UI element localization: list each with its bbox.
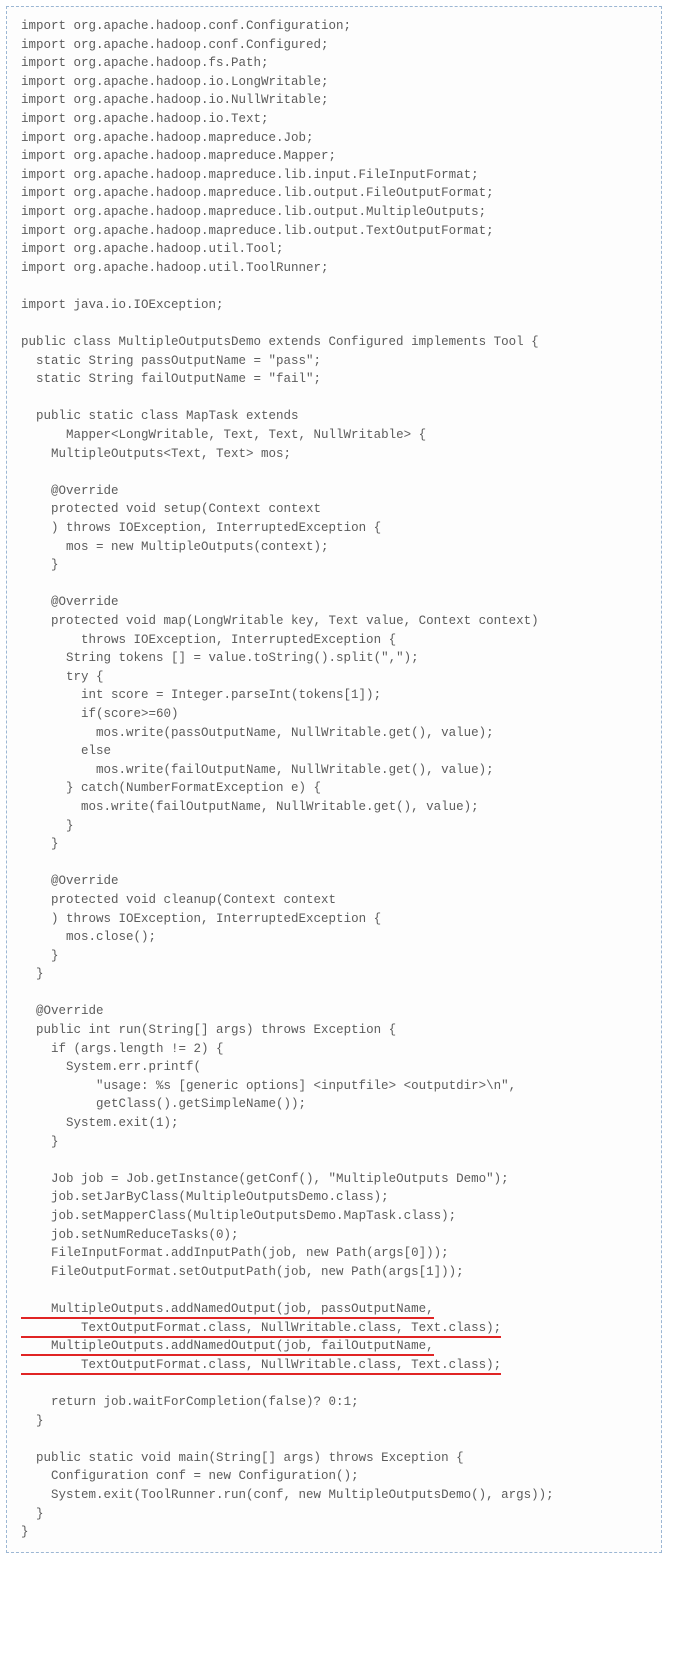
run-method-bottom: return job.waitForCompletion(false)? 0:1… (21, 1395, 359, 1428)
class-declaration: public class MultipleOutputsDemo extends… (21, 335, 539, 349)
highlighted-line-1: MultipleOutputs.addNamedOutput(job, pass… (21, 1302, 434, 1319)
code-container: import org.apache.hadoop.conf.Configurat… (6, 6, 662, 1553)
highlighted-line-4: TextOutputFormat.class, NullWritable.cla… (21, 1358, 501, 1375)
highlighted-line-2: TextOutputFormat.class, NullWritable.cla… (21, 1321, 501, 1338)
setup-method: @Override protected void setup(Context c… (21, 484, 381, 572)
static-fields: static String passOutputName = "pass"; s… (21, 354, 321, 387)
cleanup-method: @Override protected void cleanup(Context… (21, 874, 381, 981)
main-method: public static void main(String[] args) t… (21, 1451, 554, 1539)
run-method-top: @Override public int run(String[] args) … (21, 1004, 516, 1278)
code-listing: import org.apache.hadoop.conf.Configurat… (21, 17, 647, 1542)
inner-class-open: public static class MapTask extends Mapp… (21, 409, 426, 460)
map-method: @Override protected void map(LongWritabl… (21, 595, 539, 851)
imports-block: import org.apache.hadoop.conf.Configurat… (21, 19, 494, 312)
highlighted-line-3: MultipleOutputs.addNamedOutput(job, fail… (21, 1339, 434, 1356)
